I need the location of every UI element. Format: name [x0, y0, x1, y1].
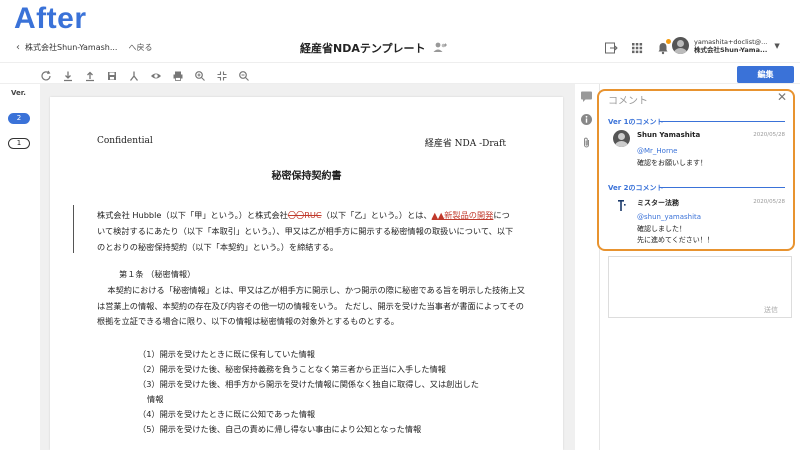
divider [659, 187, 785, 188]
comment-text: 確認をお願いします！ [637, 159, 707, 167]
version-1-button[interactable]: 1 [8, 138, 30, 149]
comment-author: ミスター法務 [637, 199, 679, 207]
comment-date: 2020/05/28 [753, 132, 785, 138]
refresh-icon[interactable] [40, 67, 52, 81]
article-heading: 第１条 （秘密情報） [119, 269, 196, 279]
info-icon[interactable] [580, 111, 593, 125]
version-label: Ver. [11, 89, 26, 97]
contract-title: 秘密保持契約書 [271, 171, 342, 182]
zoom-out-icon[interactable] [238, 67, 250, 81]
comment-date: 2020/05/28 [753, 199, 785, 205]
header-icons [604, 39, 671, 59]
change-bar [73, 205, 74, 253]
comment-mention[interactable]: @shun_yamashita [637, 213, 701, 221]
article-body-text: 本契約における「秘密情報」とは、甲又は乙が相手方に開示し、かつ開示の際に秘密であ… [97, 285, 525, 326]
fit-screen-icon[interactable] [216, 67, 228, 81]
preamble-text-a: 株式会社 Hubble（以下「甲」という。）と株式会社 [97, 210, 288, 220]
deleted-text[interactable]: 〇〇RUC [288, 210, 322, 220]
document-title: 経産省NDAテンプレート [300, 40, 448, 56]
apps-grid-icon[interactable] [630, 40, 644, 59]
comment-icon[interactable] [580, 88, 593, 102]
caret-down-icon: ▼ [774, 41, 780, 50]
send-button[interactable]: 送信 [764, 305, 778, 315]
notification-bell-icon[interactable] [656, 39, 671, 59]
user-menu[interactable]: yamashita+doclist@... 株式会社Shun-Yama... ▼ [672, 37, 780, 54]
app-header: ‹ 株式会社Shun-Yamash... へ戻る 経産省NDAテンプレート ya… [0, 36, 800, 62]
merge-icon[interactable] [128, 67, 140, 81]
list-item: （4）開示を受けたときに既に公知であった情報 [138, 409, 316, 419]
download-icon[interactable] [62, 67, 74, 82]
inserted-text[interactable]: ▲▲新製品の開発 [432, 210, 494, 220]
view-icon[interactable] [150, 67, 162, 79]
user-org: 株式会社Shun-Yama... [694, 45, 768, 54]
exit-icon[interactable] [604, 40, 618, 59]
avatar [672, 37, 689, 54]
comment-author: Shun Yamashita [637, 131, 701, 139]
attachment-icon[interactable] [580, 134, 593, 148]
preamble-text-b: （以下「乙」という。）とは、 [321, 210, 432, 220]
print-icon[interactable] [172, 67, 184, 81]
version-2-comments-label: Ver 2のコメント [608, 184, 664, 192]
close-icon[interactable]: ✕ [777, 90, 787, 104]
comment-box: コメント ✕ Ver 1のコメント Shun Yamashita 2020/05… [597, 89, 795, 251]
screen: After ‹ 株式会社Shun-Yamash... へ戻る 経産省NDAテンプ… [0, 0, 800, 450]
back-link-label: へ戻る [128, 43, 153, 52]
back-link[interactable]: ‹ 株式会社Shun-Yamash... へ戻る [16, 42, 152, 53]
divider [659, 121, 785, 122]
confidential-header: Confidential [97, 136, 153, 146]
edit-button[interactable]: 編集 [737, 66, 794, 83]
company-logo-icon [613, 197, 630, 214]
document-title-text: 経産省NDAテンプレート [300, 42, 426, 55]
version-2-button[interactable]: 2 [8, 113, 30, 124]
version-column: Ver. 2 1 [0, 84, 40, 450]
back-org-name: 株式会社Shun-Yamash... [25, 43, 118, 52]
document-page: Confidential 経産省 NDA -Draft 秘密保持契約書 株式会社… [50, 97, 563, 450]
comment-text: 先に進めてください！！ [637, 236, 714, 244]
list-item: （2）開示を受けた後、秘密保持義務を負うことなく第三者から正当に入手した情報 [138, 364, 446, 374]
user-email: yamashita+doclist@... [694, 37, 768, 46]
avatar [613, 130, 630, 147]
list-item: （3）開示を受けた後、相手方から開示を受けた情報に関係なく独自に取得し、又は創出… [138, 379, 479, 389]
share-users-icon[interactable] [432, 41, 448, 56]
document-toolbar: 編集 [0, 62, 800, 84]
comment-panel-title: コメント [608, 96, 648, 107]
zoom-in-icon[interactable] [194, 67, 206, 81]
comment-text: 確認しました！ [637, 225, 686, 233]
list-item: （5）開示を受けた後、自己の責めに帰し得ない事由により公知となった情報 [138, 424, 422, 434]
version-1-comments-label: Ver 1のコメント [608, 118, 664, 126]
list-item: （1）開示を受けたときに既に保有していた情報 [138, 349, 315, 359]
after-label: After [14, 2, 87, 35]
draft-header: 経産省 NDA -Draft [424, 139, 506, 149]
preamble-paragraph: 株式会社 Hubble（以下「甲」という。）と株式会社〇〇RUC（以下「乙」とい… [97, 207, 517, 255]
chevron-left-icon: ‹ [16, 42, 20, 53]
article-body: 本契約における「秘密情報」とは、甲又は乙が相手方に開示し、かつ開示の際に秘密であ… [97, 283, 527, 330]
list-item-continuation: 情報 [147, 394, 164, 404]
save-icon[interactable] [106, 67, 118, 80]
side-icons [580, 88, 598, 157]
comment-mention[interactable]: @Mr_Horne [637, 147, 677, 155]
upload-icon[interactable] [84, 67, 96, 82]
